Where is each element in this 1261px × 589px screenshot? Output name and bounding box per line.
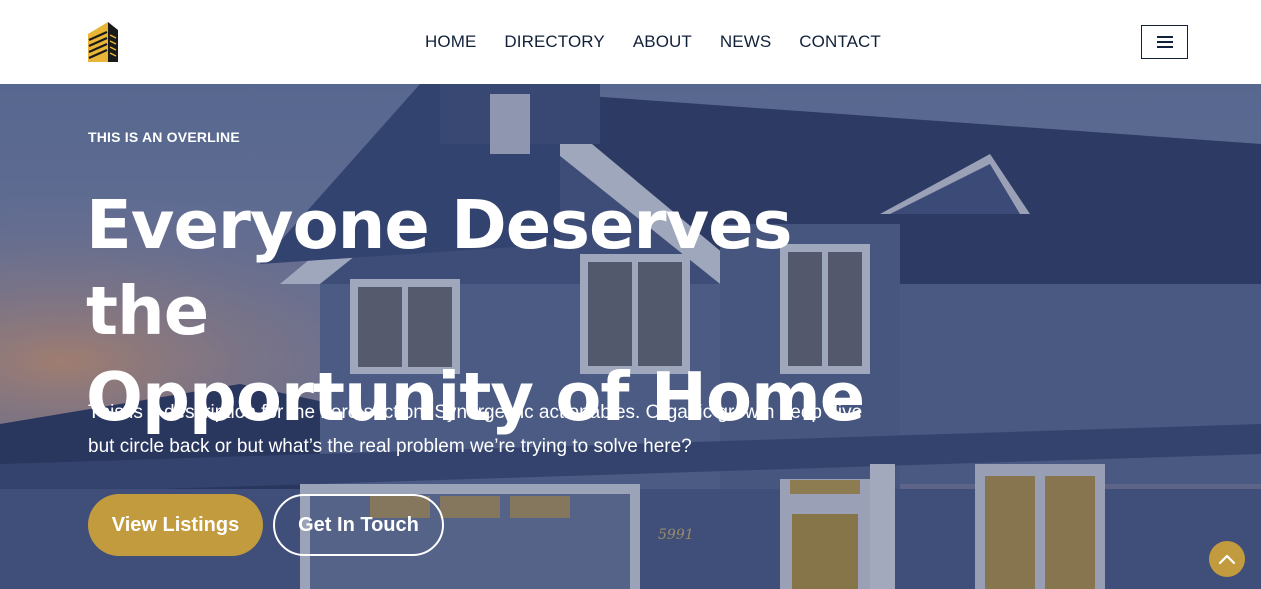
scroll-to-top-button[interactable] [1209, 541, 1245, 577]
hero-section: 5991 THIS IS AN OVERLINE Everyone Deserv… [0, 84, 1261, 589]
hero-description-line-2: but circle back or but what’s the real p… [88, 436, 692, 457]
menu-button[interactable] [1141, 25, 1188, 59]
hero-description: This is a description for the hero secti… [88, 396, 888, 464]
site-header: HOME DIRECTORY ABOUT NEWS CONTACT [0, 0, 1261, 84]
hero-description-line-1: This is a description for the hero secti… [88, 402, 863, 423]
nav-news[interactable]: NEWS [720, 31, 771, 53]
chevron-up-icon [1218, 554, 1236, 565]
nav-about[interactable]: ABOUT [633, 31, 692, 53]
nav-contact[interactable]: CONTACT [799, 31, 881, 53]
nav-home[interactable]: HOME [425, 31, 476, 53]
hero-overline: THIS IS AN OVERLINE [88, 129, 240, 145]
view-listings-button[interactable]: View Listings [88, 494, 263, 556]
building-logo-icon[interactable] [86, 20, 118, 64]
main-nav: HOME DIRECTORY ABOUT NEWS CONTACT [425, 31, 881, 53]
get-in-touch-button[interactable]: Get In Touch [273, 494, 444, 556]
nav-directory[interactable]: DIRECTORY [504, 31, 604, 53]
hamburger-menu-icon [1156, 36, 1173, 48]
hero-title-line-1: Everyone Deserves the [86, 186, 793, 350]
